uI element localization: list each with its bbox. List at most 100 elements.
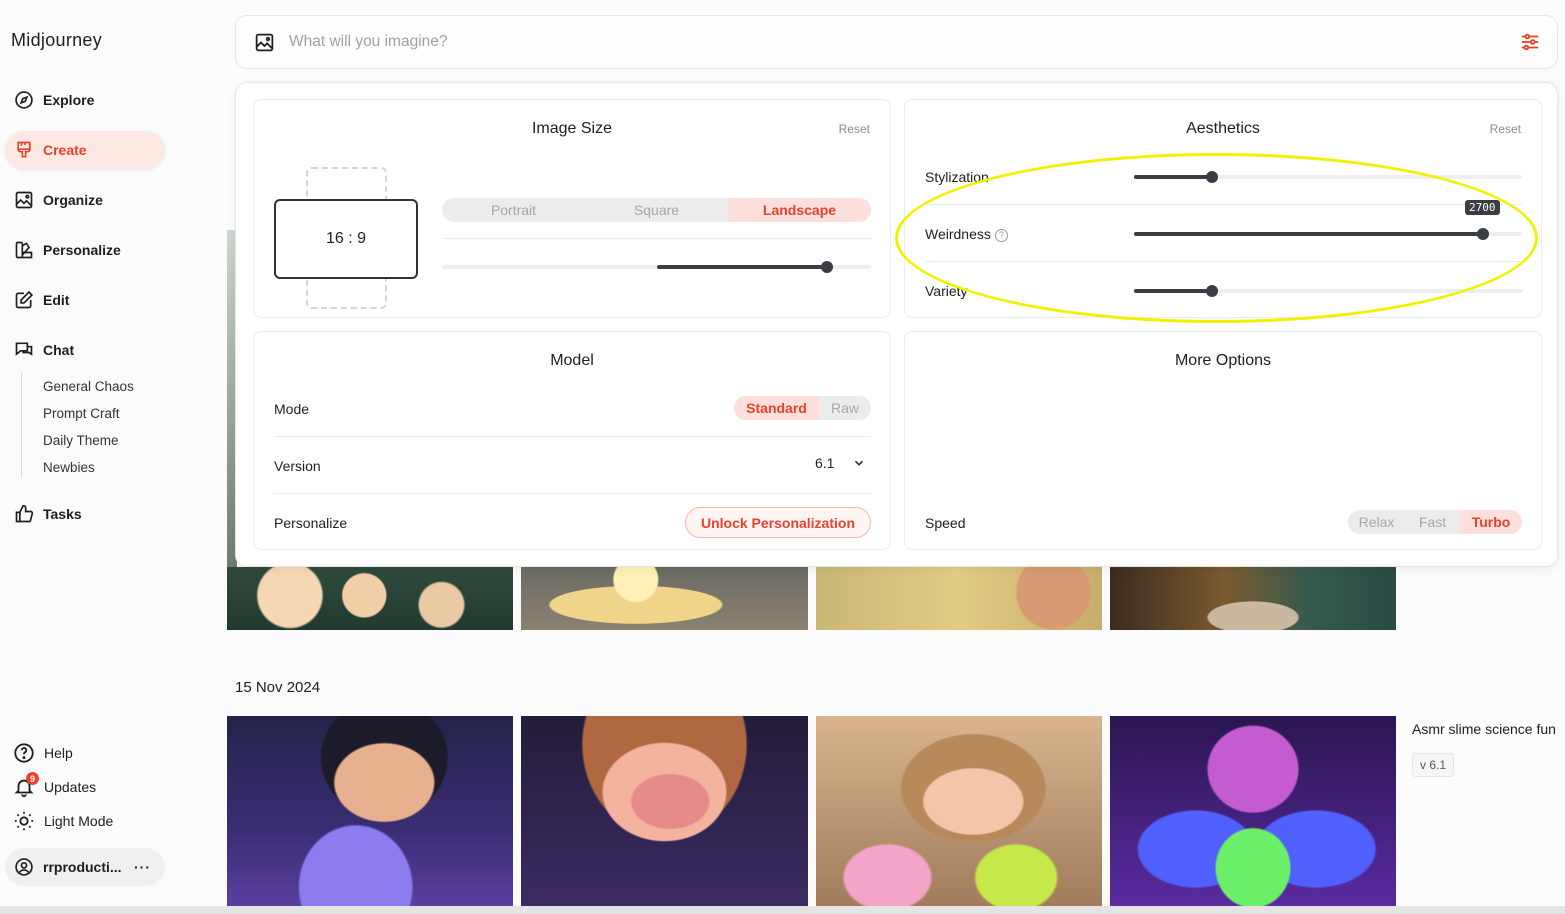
settings-panel: Image Size Reset 16 : 9 Portrait Square … (235, 82, 1558, 567)
stylization-label: Stylization (925, 169, 989, 185)
sidebar-item-edit[interactable]: Edit (5, 281, 165, 319)
light-mode-label: Light Mode (44, 813, 114, 829)
sidebar-item-explore[interactable]: Explore (5, 81, 165, 119)
aesthetics-title: Aesthetics (1186, 120, 1260, 137)
more-options-card: More Options Speed Relax Fast Turbo (904, 331, 1542, 550)
image-upload-icon[interactable] (254, 32, 275, 53)
slider-handle[interactable] (1477, 228, 1489, 240)
divider (274, 436, 871, 437)
sidebar-item-label: Create (43, 142, 87, 158)
image-size-title: Image Size (531, 120, 613, 137)
sidebar-item-organize[interactable]: Organize (5, 181, 165, 219)
sidebar-item-label: Personalize (43, 242, 121, 258)
gallery-thumbnail[interactable] (521, 716, 808, 906)
user-more-button[interactable]: ··· (134, 859, 151, 875)
app-logo[interactable]: Midjourney (11, 30, 102, 51)
help-circle-icon (14, 743, 34, 763)
slider-fill (1134, 289, 1212, 293)
mode-standard-option[interactable]: Standard (734, 396, 819, 420)
speed-segmented-control: Relax Fast Turbo (1348, 510, 1522, 534)
speed-turbo-option[interactable]: Turbo (1460, 510, 1522, 534)
updates-label: Updates (44, 779, 97, 795)
divider (925, 261, 1522, 262)
speed-fast-option[interactable]: Fast (1405, 510, 1460, 534)
chat-room-item[interactable]: Newbies (43, 460, 183, 475)
compass-icon (15, 91, 33, 109)
sidebar-item-label: Organize (43, 192, 103, 208)
divider (274, 493, 871, 494)
pencil-icon (15, 290, 34, 309)
divider (442, 238, 871, 239)
weirdness-label: Weirdness? (925, 226, 1008, 242)
gallery-thumbnail[interactable] (816, 567, 1102, 630)
divider (925, 204, 1522, 205)
app-root: Midjourney Explore Create Organize Perso… (0, 0, 1565, 914)
orientation-landscape-option[interactable]: Landscape (728, 198, 871, 222)
updates-badge: 9 (26, 772, 39, 785)
prompt-bar[interactable]: What will you imagine? (235, 15, 1558, 69)
palette-icon (15, 241, 33, 259)
user-avatar-icon (15, 858, 33, 876)
sidebar-item-personalize[interactable]: Personalize (5, 231, 165, 269)
image-size-card: Image Size Reset 16 : 9 Portrait Square … (253, 99, 891, 318)
chat-room-item[interactable]: Prompt Craft (43, 406, 183, 421)
more-options-title: More Options (1174, 352, 1272, 369)
sun-icon (14, 811, 34, 831)
unlock-personalization-button[interactable]: Unlock Personalization (685, 507, 871, 538)
gallery-date-heading: 15 Nov 2024 (235, 679, 321, 696)
chat-room-item[interactable]: Daily Theme (43, 433, 183, 448)
sidebar: Midjourney Explore Create Organize Perso… (0, 0, 225, 914)
gallery-thumbnail[interactable] (1110, 716, 1396, 906)
personalize-label: Personalize (274, 515, 348, 531)
gallery-thumbnail[interactable] (227, 716, 513, 906)
mode-label: Mode (274, 401, 310, 417)
prompt-input[interactable]: What will you imagine? (289, 33, 448, 51)
gallery-caption[interactable]: Asmr slime science fun (1412, 721, 1556, 737)
weirdness-slider[interactable] (1134, 228, 1522, 240)
slider-handle[interactable] (1206, 171, 1218, 183)
version-select[interactable]: 6.1 (815, 455, 866, 471)
updates-button[interactable]: 9 Updates (13, 772, 97, 798)
chat-icon (15, 342, 33, 356)
version-badge: v 6.1 (1412, 753, 1454, 777)
stylization-slider[interactable] (1134, 171, 1522, 183)
sidebar-item-chat[interactable]: Chat (5, 331, 165, 369)
image-icon (15, 191, 33, 209)
sidebar-item-create[interactable]: Create (5, 131, 165, 169)
sidebar-item-label: Tasks (43, 506, 82, 522)
window-bottom-edge (0, 906, 1565, 914)
chevron-down-icon (855, 460, 864, 466)
gallery-thumbnail[interactable] (227, 567, 513, 630)
chat-room-list: General Chaos Prompt Craft Daily Theme N… (21, 372, 134, 478)
help-icon[interactable]: ? (994, 228, 1008, 242)
help-button[interactable]: Help (13, 742, 73, 764)
variety-slider[interactable] (1134, 285, 1522, 297)
mode-raw-option[interactable]: Raw (819, 396, 871, 420)
gallery-thumbnail[interactable] (521, 567, 808, 630)
orientation-portrait-option[interactable]: Portrait (442, 198, 585, 222)
version-value: 6.1 (815, 455, 835, 471)
chat-room-item[interactable]: General Chaos (43, 379, 183, 394)
slider-handle[interactable] (1206, 285, 1218, 297)
sidebar-item-tasks[interactable]: Tasks (5, 495, 165, 533)
user-name: rrproducti... (43, 859, 122, 875)
gallery-thumbnail[interactable] (816, 716, 1102, 906)
slider-handle[interactable] (821, 261, 833, 273)
user-menu[interactable]: rrproducti... ··· (5, 848, 165, 886)
weirdness-label-text: Weirdness (925, 226, 991, 242)
sliders-icon[interactable] (1519, 31, 1541, 53)
image-size-slider[interactable] (442, 261, 871, 273)
slider-fill (1134, 175, 1212, 179)
orientation-square-option[interactable]: Square (585, 198, 728, 222)
weirdness-value-tooltip: 2700 (1465, 200, 1500, 215)
aesthetics-reset-button[interactable]: Reset (1490, 122, 1521, 136)
light-mode-toggle[interactable]: Light Mode (13, 810, 113, 832)
image-size-reset-button[interactable]: Reset (839, 122, 870, 136)
thumbs-up-icon (15, 504, 34, 523)
gallery-thumbnail[interactable] (1110, 567, 1396, 630)
model-title: Model (550, 352, 594, 369)
brush-icon (17, 141, 31, 158)
speed-relax-option[interactable]: Relax (1348, 510, 1405, 534)
aesthetics-card: Aesthetics Reset Stylization Weirdness? … (904, 99, 1542, 318)
sidebar-item-label: Edit (43, 292, 70, 308)
